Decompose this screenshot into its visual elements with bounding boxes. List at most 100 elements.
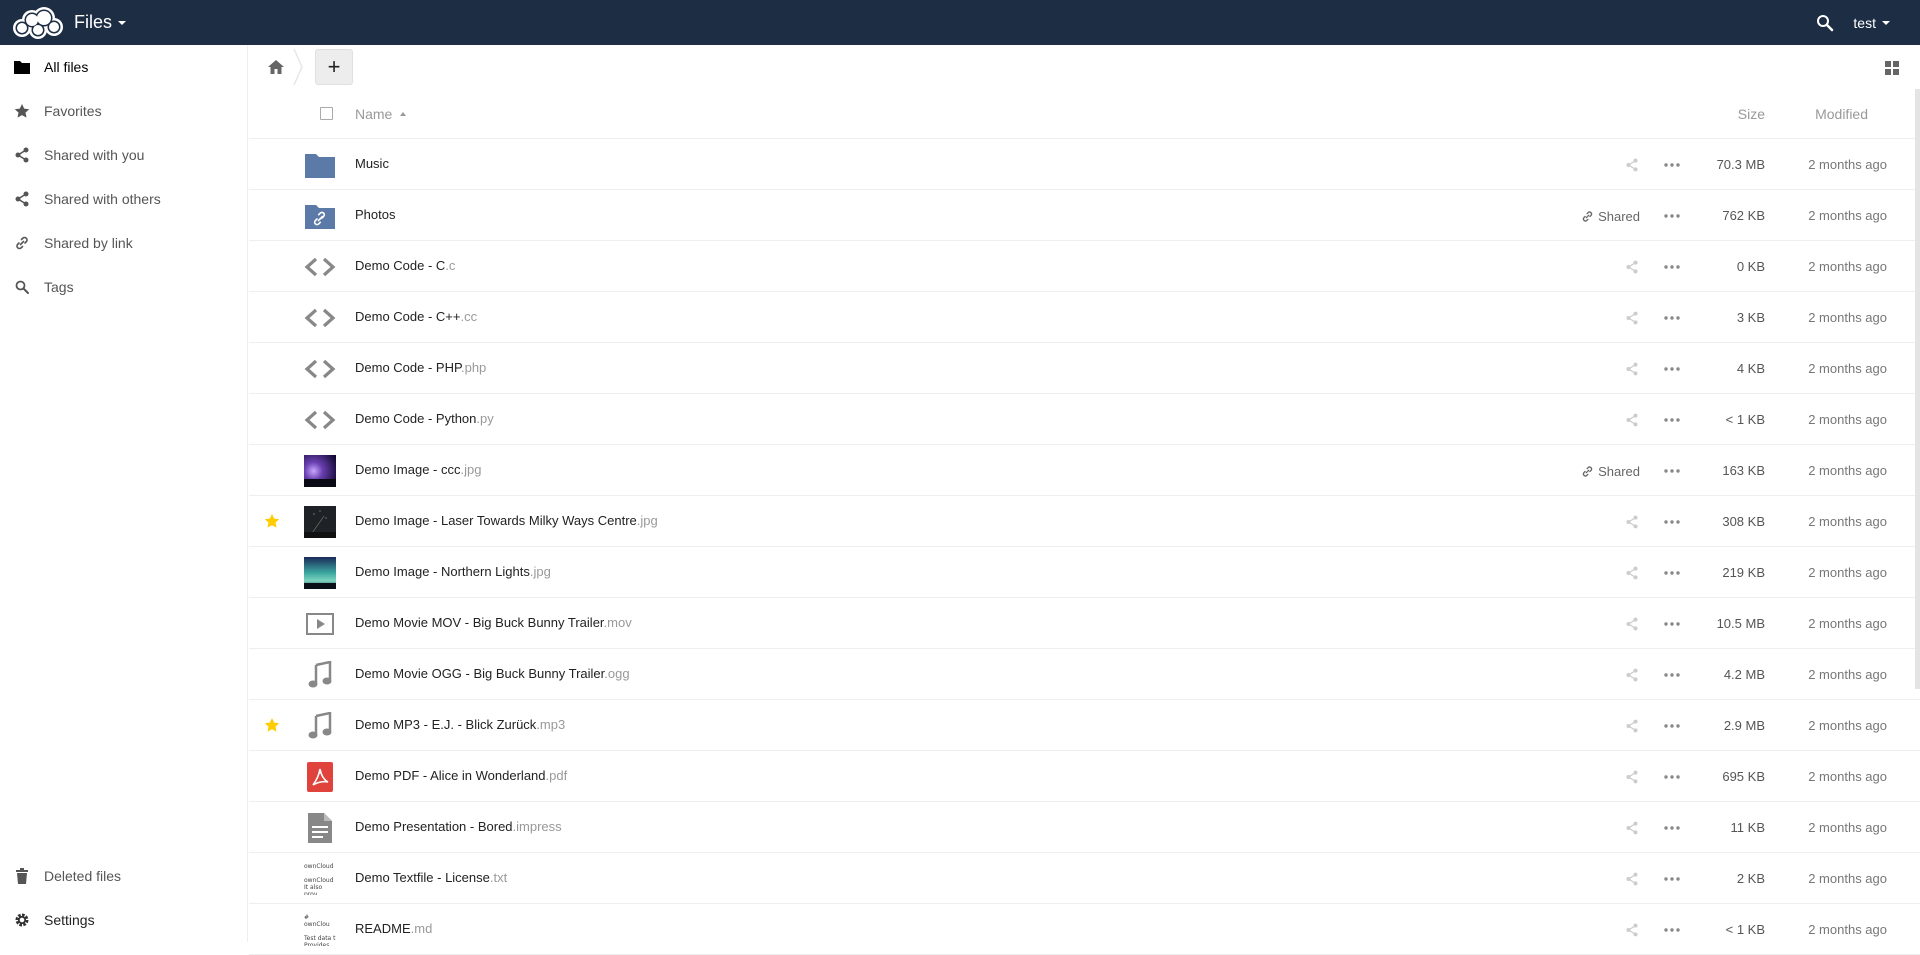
file-name[interactable]: Demo Image - Northern Lights.jpg: [355, 564, 551, 579]
table-row[interactable]: Demo PDF - Alice in Wonderland.pdf 695 KB…: [249, 751, 1920, 802]
app-menu-button[interactable]: Files: [74, 12, 127, 33]
file-modified: 2 months ago: [1808, 616, 1887, 631]
file-name[interactable]: Demo Movie MOV - Big Buck Bunny Trailer.…: [355, 615, 632, 630]
table-row[interactable]: Demo Image - Northern Lights.jpg 219 KB 2 …: [249, 547, 1920, 598]
favorite-star-icon[interactable]: [264, 717, 280, 733]
chevron-down-icon: [118, 20, 127, 25]
more-actions-icon[interactable]: [1664, 361, 1680, 377]
table-row[interactable]: Music 70.3 MB 2 months ago: [249, 139, 1920, 190]
sidebar-item-deleted-files[interactable]: Deleted files: [0, 854, 247, 898]
file-name[interactable]: Demo PDF - Alice in Wonderland.pdf: [355, 768, 567, 783]
table-row[interactable]: Demo Image - ccc.jpg Shared 163 KB 2 months…: [249, 445, 1920, 496]
file-basename: Photos: [355, 207, 396, 222]
user-menu[interactable]: test: [1853, 15, 1890, 31]
share-icon[interactable]: [1624, 820, 1640, 836]
sidebar-item-favorites[interactable]: Favorites: [0, 89, 247, 133]
text-thumbnail: # ownClou Test data tProvides te: [304, 914, 336, 946]
share-icon[interactable]: [1624, 871, 1640, 887]
sidebar-item-shared-with-others[interactable]: Shared with others: [0, 177, 247, 221]
sidebar-item-settings[interactable]: Settings: [0, 898, 247, 942]
search-icon[interactable]: [1815, 13, 1835, 33]
file-name[interactable]: Demo Image - ccc.jpg: [355, 462, 481, 477]
scrollbar[interactable]: [1915, 89, 1920, 689]
document-icon: [304, 812, 336, 844]
file-name[interactable]: Demo Code - C++.cc: [355, 309, 477, 324]
owncloud-logo-icon[interactable]: [10, 6, 64, 40]
image-thumbnail: [304, 506, 336, 538]
table-row[interactable]: Demo Code - C.c 0 KB 2 months ago: [249, 241, 1920, 292]
file-modified: 2 months ago: [1808, 667, 1887, 682]
more-actions-icon[interactable]: [1664, 667, 1680, 683]
share-icon[interactable]: [1624, 259, 1640, 275]
table-row[interactable]: Demo Code - Python.py < 1 KB 2 months ago: [249, 394, 1920, 445]
share-icon[interactable]: [1624, 769, 1640, 785]
more-actions-icon[interactable]: [1664, 208, 1680, 224]
more-actions-icon[interactable]: [1664, 616, 1680, 632]
table-row[interactable]: Demo Movie OGG - Big Buck Bunny Trailer.…: [249, 649, 1920, 700]
text-thumbnail: ownCloud ownCloudIt also provinstallatio…: [304, 863, 334, 895]
sort-by-size[interactable]: Size: [1738, 106, 1765, 122]
share-icon[interactable]: [1624, 718, 1640, 734]
more-actions-icon[interactable]: [1664, 922, 1680, 938]
file-size: 762 KB: [1722, 208, 1765, 223]
share-icon[interactable]: [1624, 157, 1640, 173]
sidebar-item-tags[interactable]: Tags: [0, 265, 247, 309]
table-row[interactable]: Photos Shared 762 KB 2 months ago: [249, 190, 1920, 241]
share-icon[interactable]: [1624, 412, 1640, 428]
home-icon[interactable]: [267, 58, 285, 76]
folder-icon: [305, 154, 335, 178]
more-actions-icon[interactable]: [1664, 769, 1680, 785]
file-name[interactable]: Demo Code - PHP.php: [355, 360, 486, 375]
table-row[interactable]: ownCloud ownCloudIt also provinstallatio…: [249, 853, 1920, 904]
grid-view-icon[interactable]: [1884, 60, 1900, 76]
share-icon[interactable]: [1624, 361, 1640, 377]
more-actions-icon[interactable]: [1664, 565, 1680, 581]
more-actions-icon[interactable]: [1664, 259, 1680, 275]
share-icon[interactable]: [1624, 667, 1640, 683]
share-icon[interactable]: [1624, 514, 1640, 530]
more-actions-icon[interactable]: [1664, 718, 1680, 734]
file-name[interactable]: Demo Presentation - Bored.impress: [355, 819, 562, 834]
file-name[interactable]: Photos: [355, 207, 395, 222]
sidebar-item-all-files[interactable]: All files: [0, 45, 247, 89]
share-icon[interactable]: [1624, 310, 1640, 326]
file-name[interactable]: Demo MP3 - E.J. - Blick Zurück.mp3: [355, 717, 565, 732]
code-icon: [304, 251, 336, 283]
more-actions-icon[interactable]: [1664, 412, 1680, 428]
share-icon[interactable]: [1624, 616, 1640, 632]
sidebar-item-shared-by-link[interactable]: Shared by link: [0, 221, 247, 265]
image-thumbnail: [304, 557, 336, 589]
select-all-checkbox[interactable]: [320, 107, 333, 120]
file-name[interactable]: Demo Textfile - License.txt: [355, 870, 507, 885]
sidebar-item-shared-with-you[interactable]: Shared with you: [0, 133, 247, 177]
name-header-label: Name: [355, 105, 393, 122]
more-actions-icon[interactable]: [1664, 820, 1680, 836]
file-name[interactable]: Demo Image - Laser Towards Milky Ways Ce…: [355, 513, 658, 528]
more-actions-icon[interactable]: [1664, 310, 1680, 326]
more-actions-icon[interactable]: [1664, 514, 1680, 530]
more-actions-icon[interactable]: [1664, 463, 1680, 479]
sort-by-modified[interactable]: Modified: [1815, 106, 1868, 122]
table-row[interactable]: # ownClou Test data tProvides te README.m…: [249, 904, 1920, 955]
file-name[interactable]: Demo Movie OGG - Big Buck Bunny Trailer.…: [355, 666, 630, 681]
more-actions-icon[interactable]: [1664, 871, 1680, 887]
table-row[interactable]: Demo Presentation - Bored.impress 11 KB 2 …: [249, 802, 1920, 853]
sort-by-name[interactable]: Name: [355, 105, 407, 122]
shared-status-button[interactable]: Shared: [1581, 463, 1640, 479]
file-name[interactable]: README.md: [355, 921, 432, 936]
table-row[interactable]: Demo Code - C++.cc 3 KB 2 months ago: [249, 292, 1920, 343]
table-row[interactable]: Demo MP3 - E.J. - Blick Zurück.mp3 2.9 MB…: [249, 700, 1920, 751]
favorite-star-icon[interactable]: [264, 513, 280, 529]
file-name[interactable]: Music: [355, 156, 389, 171]
table-row[interactable]: Demo Movie MOV - Big Buck Bunny Trailer.…: [249, 598, 1920, 649]
more-actions-icon[interactable]: [1664, 157, 1680, 173]
file-name[interactable]: Demo Code - Python.py: [355, 411, 494, 426]
file-name[interactable]: Demo Code - C.c: [355, 258, 455, 273]
file-basename: Demo PDF - Alice in Wonderland: [355, 768, 546, 783]
share-icon[interactable]: [1624, 922, 1640, 938]
table-row[interactable]: Demo Code - PHP.php 4 KB 2 months ago: [249, 343, 1920, 394]
new-file-button[interactable]: +: [315, 49, 353, 85]
share-icon[interactable]: [1624, 565, 1640, 581]
shared-status-button[interactable]: Shared: [1581, 208, 1640, 224]
table-row[interactable]: Demo Image - Laser Towards Milky Ways Ce…: [249, 496, 1920, 547]
